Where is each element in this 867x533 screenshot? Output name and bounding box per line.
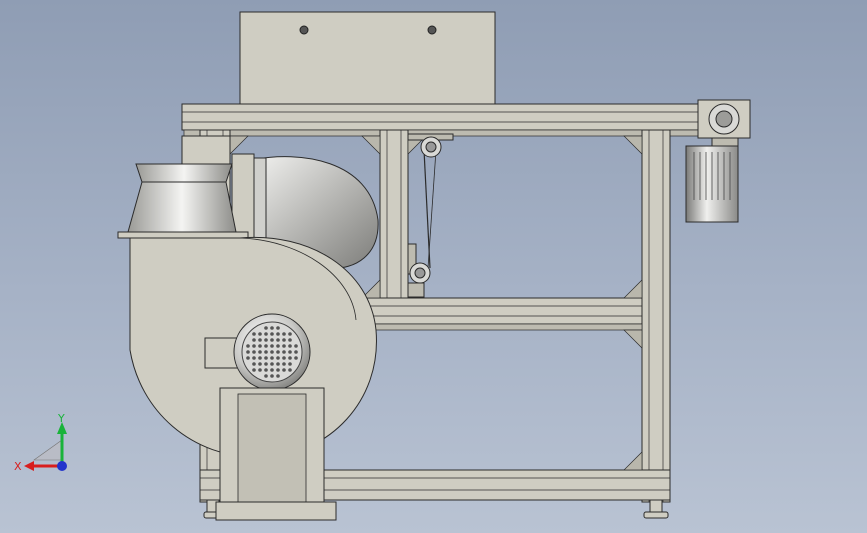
frame-top-rail[interactable] (181, 103, 703, 137)
coordinate-triad[interactable]: Y X (12, 410, 82, 480)
cad-viewport[interactable]: Y X (0, 0, 867, 533)
x-axis-label: X (14, 460, 22, 473)
control-box[interactable] (239, 11, 496, 105)
belt-tensioner[interactable] (407, 133, 454, 298)
x-axis-arrow (24, 461, 34, 471)
machine-model[interactable] (0, 0, 867, 533)
motor-vent-holes (246, 326, 298, 378)
fan-stand[interactable] (215, 387, 337, 521)
y-axis-label: Y (57, 412, 65, 425)
frame-middle-rails[interactable] (359, 297, 643, 331)
z-axis-dot (57, 461, 67, 471)
